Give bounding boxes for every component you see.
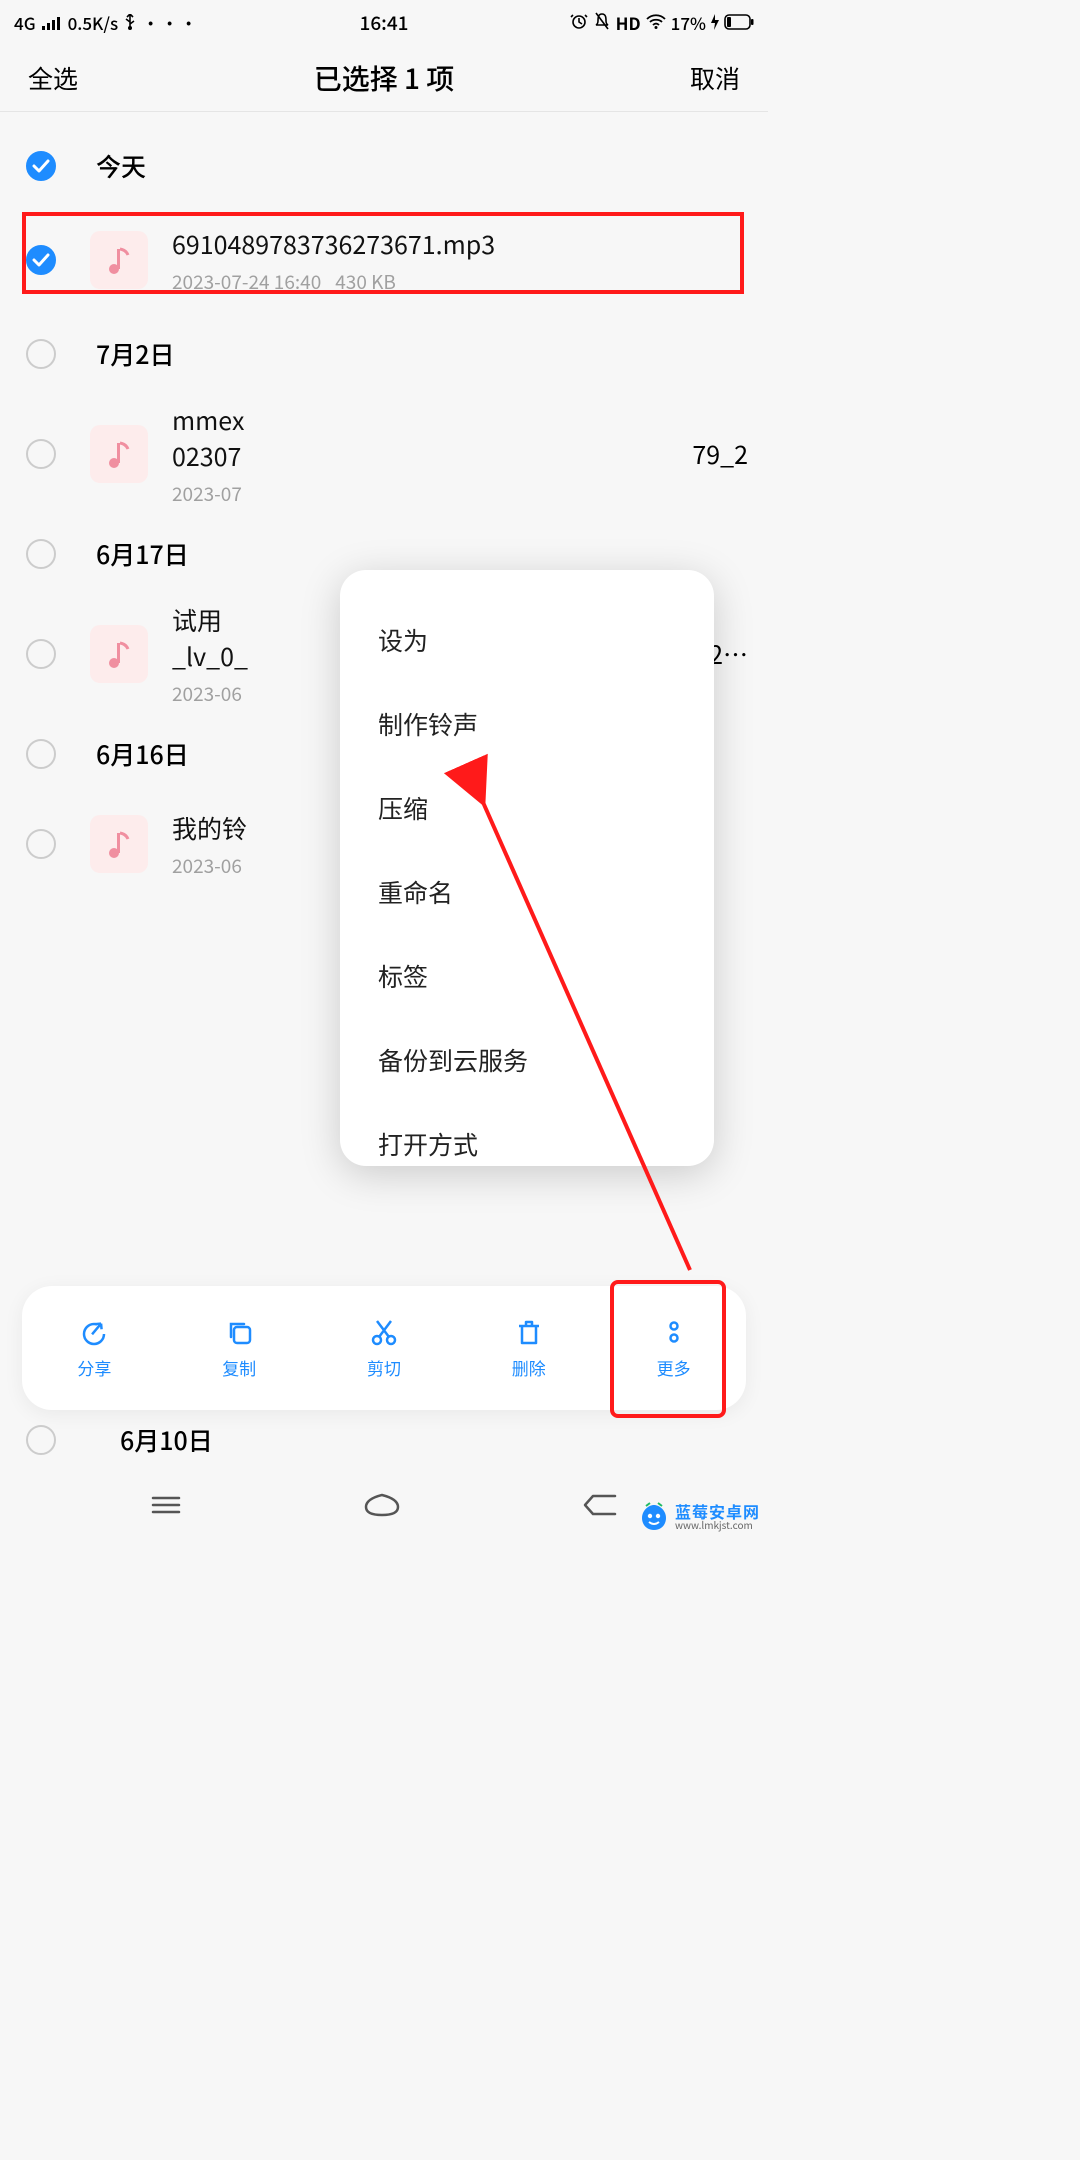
cancel-button[interactable]: 取消 — [690, 60, 740, 96]
clock-label: 16:41 — [360, 9, 409, 36]
popup-make-ringtone[interactable]: 制作铃声 — [340, 682, 714, 766]
checkbox-icon[interactable] — [26, 339, 56, 369]
file-meta: 2023-07-24 16:40430 KB — [172, 268, 768, 295]
network-label: 4G — [14, 10, 36, 35]
more-button[interactable]: 更多 — [601, 1286, 746, 1410]
date-group[interactable]: 7月2日 — [0, 318, 768, 390]
home-button[interactable] — [362, 1491, 402, 1524]
share-button[interactable]: 分享 — [22, 1286, 167, 1410]
more-dots-icon: ••• — [142, 10, 199, 35]
music-file-icon — [90, 231, 148, 289]
popup-open-with[interactable]: 打开方式 — [340, 1102, 714, 1166]
group-label: 7月2日 — [96, 336, 175, 372]
file-row[interactable]: mmex 02307 2023-07 79_2 — [0, 396, 768, 512]
popup-set-as[interactable]: 设为 — [340, 598, 714, 682]
copy-button[interactable]: 复制 — [167, 1286, 312, 1410]
popup-backup-cloud[interactable]: 备份到云服务 — [340, 1018, 714, 1102]
more-label: 更多 — [657, 1355, 691, 1380]
checkbox-checked-icon[interactable] — [26, 151, 56, 181]
checkbox-icon[interactable] — [26, 1425, 56, 1455]
group-label: 6月16日 — [96, 736, 189, 772]
more-options-popup: 设为 制作铃声 压缩 重命名 标签 备份到云服务 打开方式 — [340, 570, 714, 1166]
watermark: 蓝莓安卓网 www.lmkjst.com — [639, 1502, 760, 1532]
checkbox-icon[interactable] — [26, 539, 56, 569]
hd-label: HD — [616, 10, 641, 35]
share-label: 分享 — [77, 1355, 111, 1380]
back-button[interactable] — [581, 1492, 619, 1523]
alarm-icon — [570, 10, 588, 35]
file-name-tail: 79_2 — [692, 436, 748, 472]
watermark-url: www.lmkjst.com — [675, 1520, 760, 1531]
file-name-line2: 02307 — [172, 438, 768, 474]
cut-label: 剪切 — [367, 1355, 401, 1380]
charge-icon — [711, 10, 719, 35]
group-label: 6月10日 — [120, 1422, 213, 1458]
date-group[interactable]: 6月10日 — [26, 1422, 213, 1458]
file-row[interactable]: 6910489783736273671.mp3 2023-07-24 16:40… — [0, 212, 768, 308]
popup-tag[interactable]: 标签 — [340, 934, 714, 1018]
file-meta: 2023-07 — [172, 480, 768, 507]
group-label: 今天 — [96, 148, 146, 184]
recents-button[interactable] — [149, 1493, 183, 1522]
speed-label: 0.5K/s — [68, 10, 119, 35]
bottom-toolbar: 分享 复制 剪切 删除 更多 — [22, 1286, 746, 1410]
signal-icon — [42, 10, 62, 35]
group-label: 6月17日 — [96, 536, 189, 572]
popup-rename[interactable]: 重命名 — [340, 850, 714, 934]
selection-header: 全选 已选择 1 项 取消 — [0, 44, 768, 112]
usb-icon — [124, 10, 136, 35]
music-file-icon — [90, 425, 148, 483]
wifi-icon — [646, 10, 666, 35]
checkbox-checked-icon[interactable] — [26, 245, 56, 275]
selection-title: 已选择 1 项 — [314, 58, 455, 98]
file-name: 6910489783736273671.mp3 — [172, 226, 768, 262]
battery-icon — [724, 10, 754, 35]
music-file-icon — [90, 625, 148, 683]
checkbox-icon[interactable] — [26, 739, 56, 769]
delete-button[interactable]: 删除 — [456, 1286, 601, 1410]
copy-label: 复制 — [222, 1355, 256, 1380]
select-all-button[interactable]: 全选 — [28, 60, 78, 96]
popup-compress[interactable]: 压缩 — [340, 766, 714, 850]
date-group-today[interactable]: 今天 — [0, 130, 768, 202]
mute-icon — [593, 10, 611, 35]
cut-button[interactable]: 剪切 — [312, 1286, 457, 1410]
checkbox-icon[interactable] — [26, 639, 56, 669]
status-bar: 4G 0.5K/s ••• 16:41 HD 17% — [0, 0, 768, 44]
music-file-icon — [90, 815, 148, 873]
file-name-tail: 2… — [709, 636, 748, 672]
checkbox-icon[interactable] — [26, 829, 56, 859]
checkbox-icon[interactable] — [26, 439, 56, 469]
delete-label: 删除 — [512, 1355, 546, 1380]
battery-label: 17% — [671, 10, 706, 35]
file-name: mmex — [172, 402, 768, 438]
watermark-logo-icon — [639, 1502, 669, 1532]
